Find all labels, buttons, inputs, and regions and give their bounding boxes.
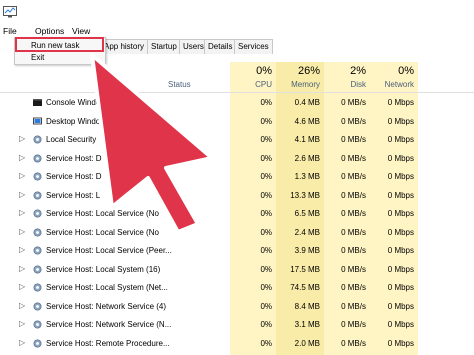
red-arrow-pointer xyxy=(90,53,214,234)
